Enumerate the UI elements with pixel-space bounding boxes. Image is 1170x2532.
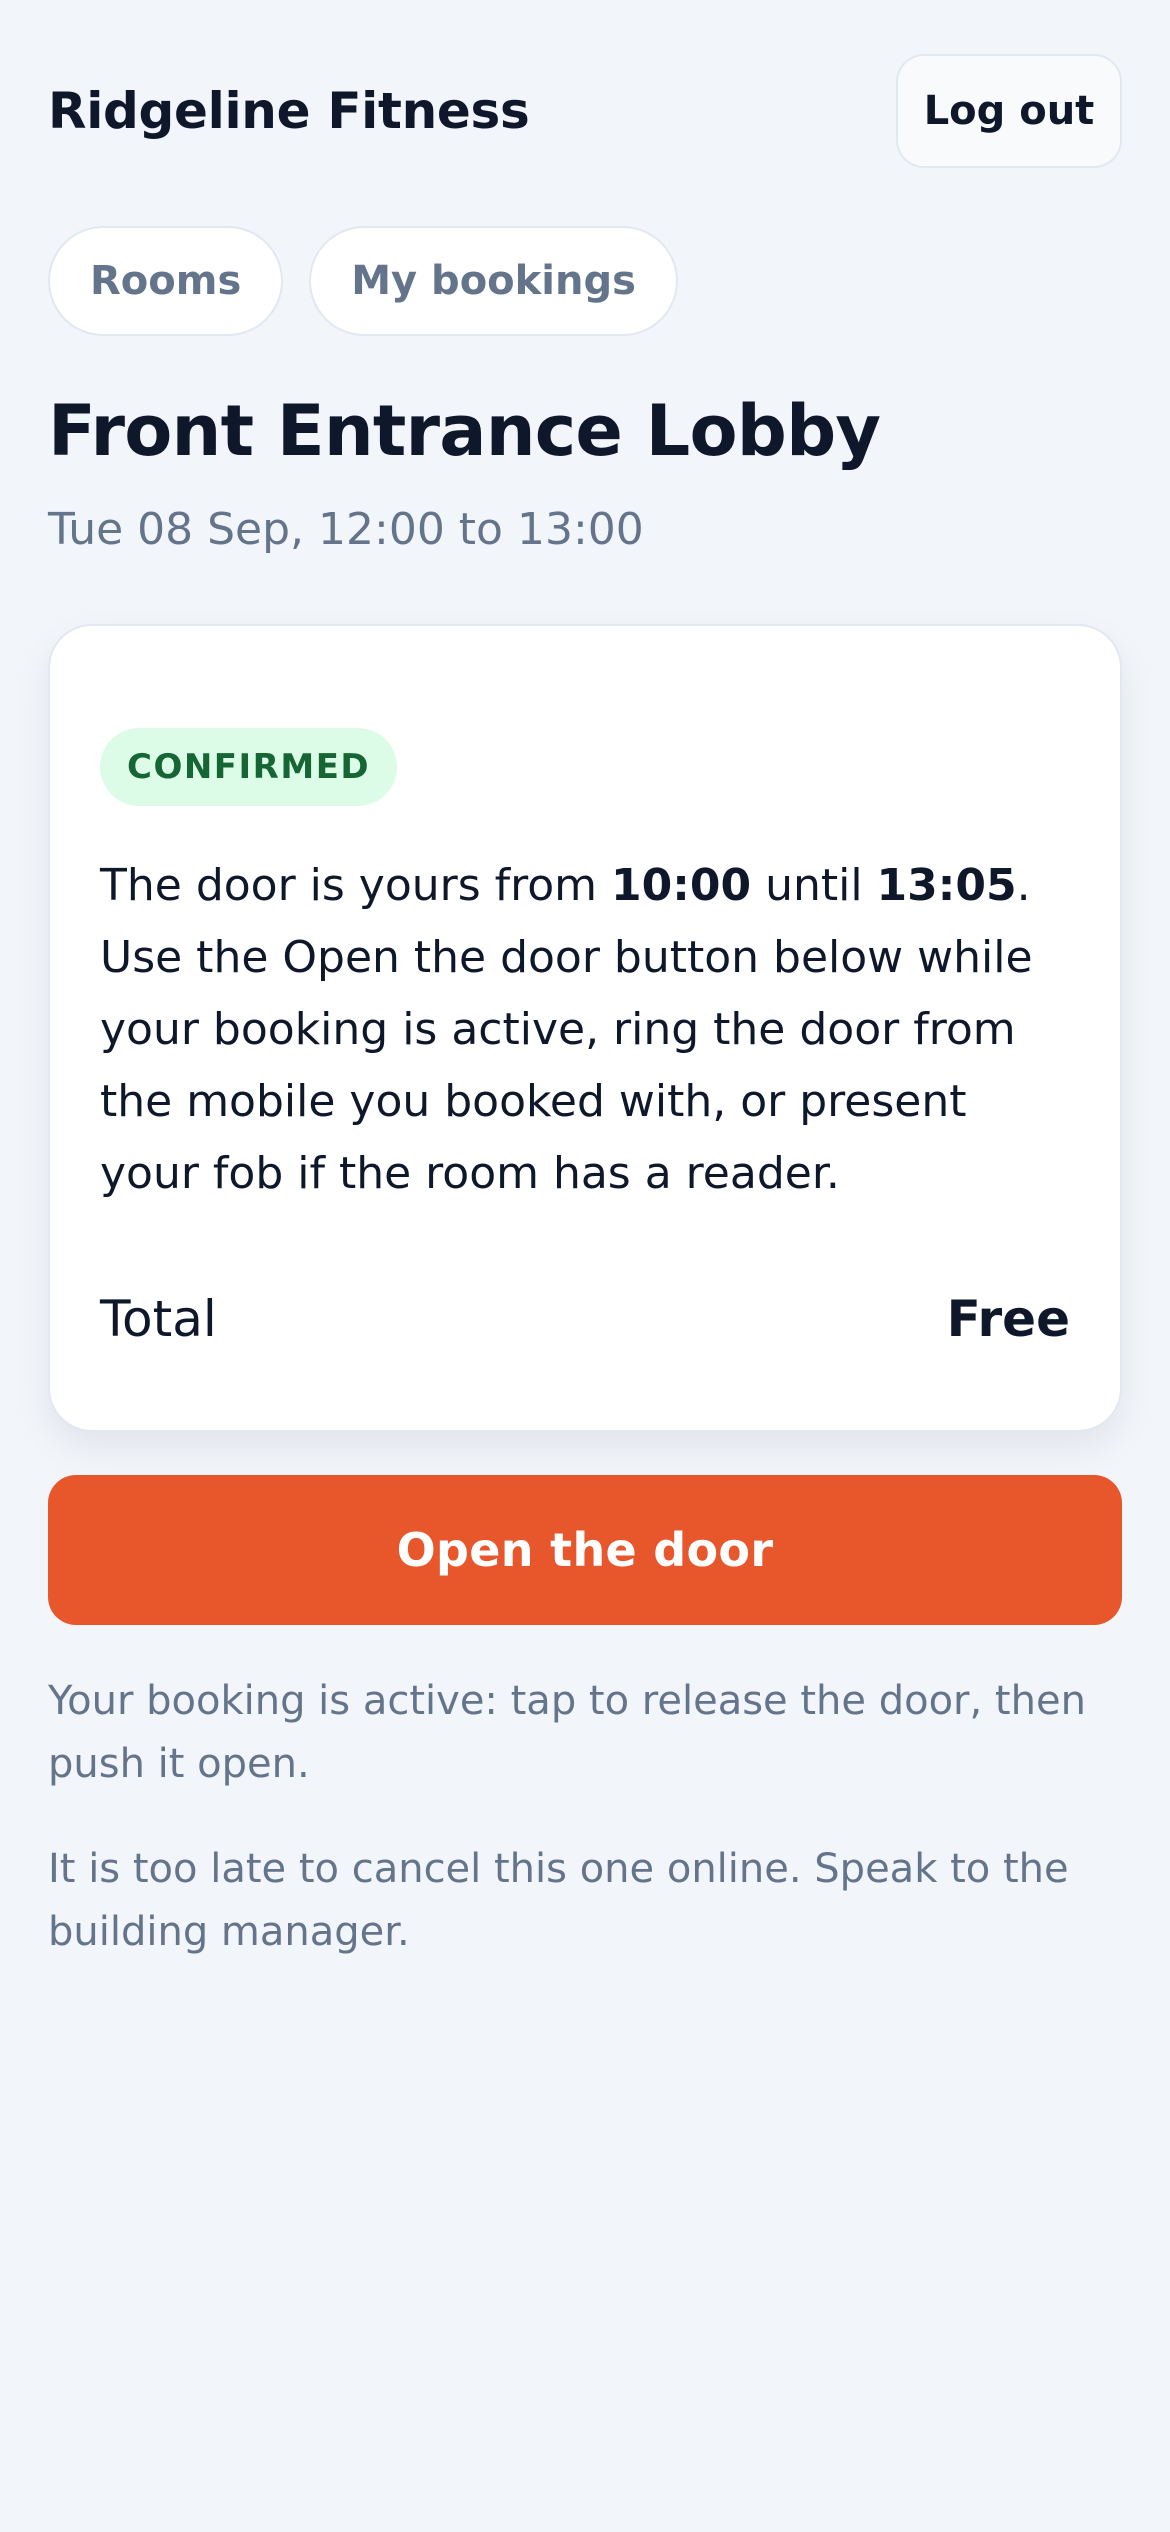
instructions-text-2: until xyxy=(751,860,877,911)
open-door-button[interactable]: Open the door xyxy=(48,1475,1122,1625)
total-label: Total xyxy=(100,1290,217,1348)
total-value: Free xyxy=(946,1290,1070,1348)
instructions-text-1: The door is yours from xyxy=(100,860,612,911)
access-end-time: 13:05 xyxy=(876,860,1017,911)
booking-instructions: The door is yours from 10:00 until 13:05… xyxy=(100,850,1074,1210)
nav-tabs: Rooms My bookings xyxy=(48,226,678,336)
tab-rooms[interactable]: Rooms xyxy=(48,226,284,336)
booking-datetime: Tue 08 Sep, 12:00 to 13:00 xyxy=(48,504,644,555)
active-booking-note: Your booking is active: tap to release t… xyxy=(48,1678,1086,1787)
brand-name: Ridgeline Fitness xyxy=(48,82,530,140)
logout-button[interactable]: Log out xyxy=(896,54,1122,168)
app-header: Ridgeline Fitness Log out xyxy=(48,54,1122,170)
booking-card: CONFIRMED The door is yours from 10:00 u… xyxy=(48,624,1122,1432)
access-start-time: 10:00 xyxy=(611,860,752,911)
tab-my-bookings[interactable]: My bookings xyxy=(309,226,678,336)
cancellation-note: It is too late to cancel this one online… xyxy=(48,1846,1069,1955)
page-title: Front Entrance Lobby xyxy=(48,390,881,472)
status-badge: CONFIRMED xyxy=(100,728,398,806)
total-row: Total Free xyxy=(100,1290,1070,1348)
